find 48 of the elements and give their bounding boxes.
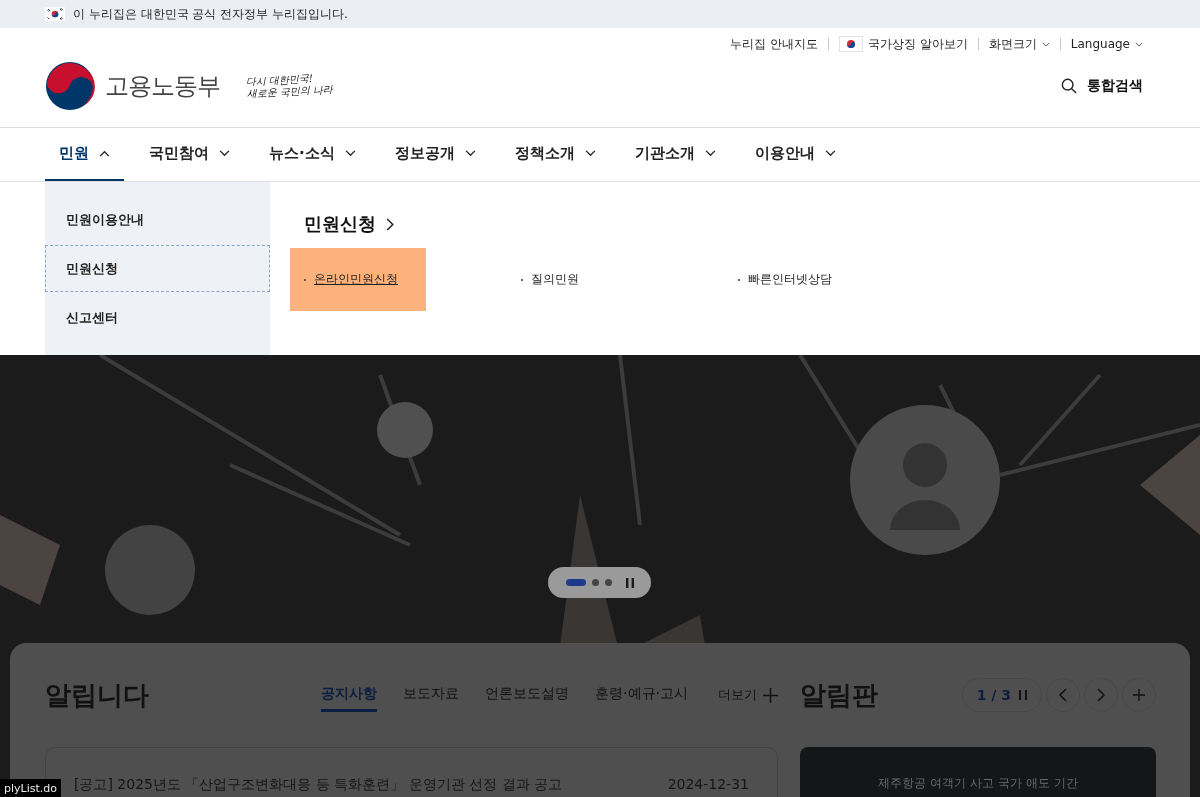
- nav-menu-item[interactable]: 이용안내: [740, 128, 850, 181]
- gov-banner-text: 이 누리집은 대한민국 공식 전자정부 누리집입니다.: [73, 5, 348, 23]
- utility-link[interactable]: 화면크기: [988, 35, 1050, 53]
- submenu-item[interactable]: 민원이용안내: [45, 196, 270, 243]
- nav-menu-item[interactable]: 정보공개: [380, 128, 490, 181]
- chevron-down-icon: [584, 150, 596, 157]
- flag-icon: [45, 7, 65, 21]
- chevron-down-icon: [824, 150, 836, 157]
- flag-icon: [838, 36, 863, 52]
- chevron-down-icon: [219, 150, 230, 157]
- pause-icon: [1019, 690, 1027, 700]
- banner-text: 제주항공 여객기 사고 국가 애도 기간: [878, 775, 1078, 792]
- section-title: 알림판: [800, 678, 878, 712]
- carousel-dot[interactable]: [591, 579, 599, 586]
- chevron-down-icon: [1041, 41, 1050, 47]
- search-button[interactable]: 통합검색: [1061, 77, 1143, 95]
- section-title: 알립니다: [45, 678, 149, 712]
- submenu-link[interactable]: 빠른인터넷상담: [724, 248, 913, 311]
- carousel-dot[interactable]: [604, 579, 612, 586]
- nav-menu-item[interactable]: 뉴스·소식: [255, 128, 370, 181]
- nav-menu-item[interactable]: 국민참여: [135, 128, 244, 181]
- utility-link[interactable]: 국가상징 알아보기: [838, 35, 968, 53]
- submenu-title-link[interactable]: 민원신청: [304, 212, 1155, 236]
- logo-text[interactable]: 고용노동부: [105, 70, 220, 102]
- chevron-right-icon: [1095, 688, 1107, 702]
- submenu-item[interactable]: 민원신청: [45, 245, 270, 292]
- utility-link[interactable]: Language: [1070, 37, 1143, 51]
- status-url: plyList.do: [0, 779, 61, 797]
- submenu-link[interactable]: 질의민원: [507, 248, 696, 311]
- chevron-down-icon: [464, 150, 476, 157]
- nav-menu-item[interactable]: 기관소개: [620, 128, 730, 181]
- chevron-right-icon: [386, 217, 394, 231]
- search-icon: [1061, 78, 1077, 94]
- chevron-up-icon: [99, 150, 110, 157]
- chevron-down-icon: [1135, 41, 1143, 47]
- chevron-down-icon: [704, 150, 716, 157]
- plus-icon: [763, 687, 778, 703]
- plus-icon: [1133, 688, 1145, 702]
- emblem-icon: [45, 61, 95, 111]
- chevron-down-icon: [344, 150, 356, 157]
- chevron-left-icon: [1057, 688, 1069, 702]
- submenu-item[interactable]: 신고센터: [45, 294, 270, 341]
- submenu-link[interactable]: 온라인민원신청: [290, 248, 426, 311]
- utility-link[interactable]: 누리집 안내지도: [730, 35, 818, 53]
- nav-menu-item[interactable]: 정책소개: [500, 128, 610, 181]
- slogan-text: 다시 대한민국! 새로운 국민의 나라: [245, 71, 333, 101]
- notice-date: 2024-12-31: [667, 776, 749, 794]
- pause-icon[interactable]: [625, 577, 634, 588]
